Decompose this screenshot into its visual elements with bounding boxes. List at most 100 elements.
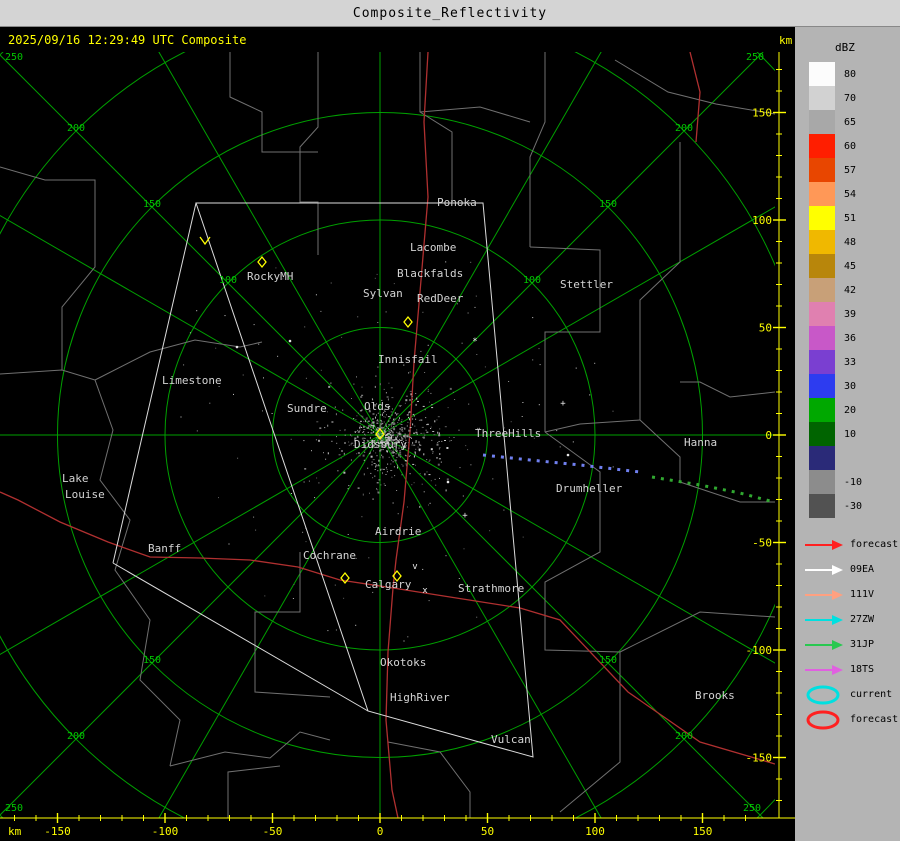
echo-pixel [381,421,383,423]
echo-pixel [396,413,399,415]
echo-pixel [439,428,441,430]
map-marker: v [412,562,417,572]
echo-pixel [397,464,398,466]
echo-pixel [350,459,352,462]
echo-pixel [377,366,379,368]
echo-pixel [233,393,234,395]
echo-pixel [228,543,230,545]
echo-pixel [384,416,386,418]
echo-pixel [378,492,380,494]
echo-pixel [532,317,534,319]
colorbar-segment: 51 [795,206,900,230]
echo-pixel [397,466,398,469]
echo-pixel [379,456,381,458]
radar-map[interactable]: 2025/09/16 12:29:49 UTC Composite km km … [0,27,795,841]
range-label: 200 [67,731,85,742]
colorbar-segment: 10 [795,422,900,446]
echo-pixel [388,428,389,430]
axis-tick-label: 150 [752,107,772,120]
echo-pixel [302,531,304,533]
echo-pixel [378,459,380,462]
echo-pixel [413,455,415,458]
echo-pixel [391,408,393,410]
echo-pixel [413,482,415,484]
echo-pixel [390,434,392,436]
echo-pixel [391,459,393,461]
echo-pixel [380,414,382,416]
echo-pixel [612,410,614,412]
echo-pixel [413,444,416,446]
echo-pixel [398,454,400,456]
echo-pixel [467,312,469,314]
echo-pixel [363,426,365,428]
echo-pixel [388,382,390,384]
echo-pixel [290,493,292,494]
echo-pixel [402,427,404,429]
echo-pixel [381,468,383,470]
echo-pixel [327,452,329,455]
legend-label: 31JP [850,639,875,650]
echo-pixel [373,427,375,429]
legend-item: 31JP [795,632,900,657]
city-label: RedDeer [417,292,464,305]
echo-pixel [359,410,362,412]
echo-pixel [388,424,391,426]
echo-pixel [399,428,402,430]
echo-pixel [381,422,383,424]
echo-pixel [348,485,350,487]
echo-pixel [463,548,465,550]
legend-item: 18TS [795,657,900,682]
city-label: Hanna [684,436,717,449]
echo-pixel [379,383,381,386]
echo-pixel [315,439,317,441]
colorbar-swatch [809,350,835,374]
echo-pixel [318,439,320,442]
echo-pixel [417,400,419,402]
echo-pixel [427,391,429,392]
echo-pixel [489,530,491,532]
echo-pixel [377,470,379,472]
echo-pixel [434,478,436,480]
echo-pixel [376,455,378,457]
radar-app-window: Composite_Reflectivity 2025/09/16 12:29:… [0,0,900,841]
echo-pixel [362,493,364,496]
echo-pixel [422,568,424,570]
colorbar-segment: 65 [795,110,900,134]
colorbar-value: 60 [844,140,857,152]
ellipse-icon [806,710,840,729]
echo-pixel [424,372,426,373]
echo-pixel [371,424,373,426]
echo-pixel [522,536,524,538]
echo-pixel [437,463,440,466]
echo-pixel [431,404,433,406]
echo-pixel [612,466,614,468]
map-marker [446,480,450,484]
range-label: 250 [5,52,23,63]
echo-pixel [430,428,432,429]
echo-pixel [375,416,376,419]
colorbar-value: 48 [844,236,857,248]
echo-pixel [372,413,375,415]
echo-pixel [393,283,395,285]
echo-pixel [398,455,400,457]
echo-pixel [394,422,396,425]
echo-pixel [378,433,380,435]
echo-pixel [374,385,376,388]
city-label: Didsbury [354,438,407,451]
echo-pixel [385,431,387,433]
echo-pixel [396,431,398,433]
echo-pixel [428,504,429,506]
echo-pixel [393,428,396,431]
echo-pixel [386,469,388,471]
echo-pixel [412,463,415,465]
echo-pixel [292,598,294,599]
echo-pixel [503,509,505,511]
echo-pixel [189,332,191,334]
echo-pixel [334,584,336,586]
echo-pixel [377,419,379,422]
echo-pixel [360,426,362,428]
echo-pixel [336,442,338,444]
echo-pixel [426,431,429,433]
echo-pixel [409,473,411,475]
echo-pixel [325,458,327,460]
